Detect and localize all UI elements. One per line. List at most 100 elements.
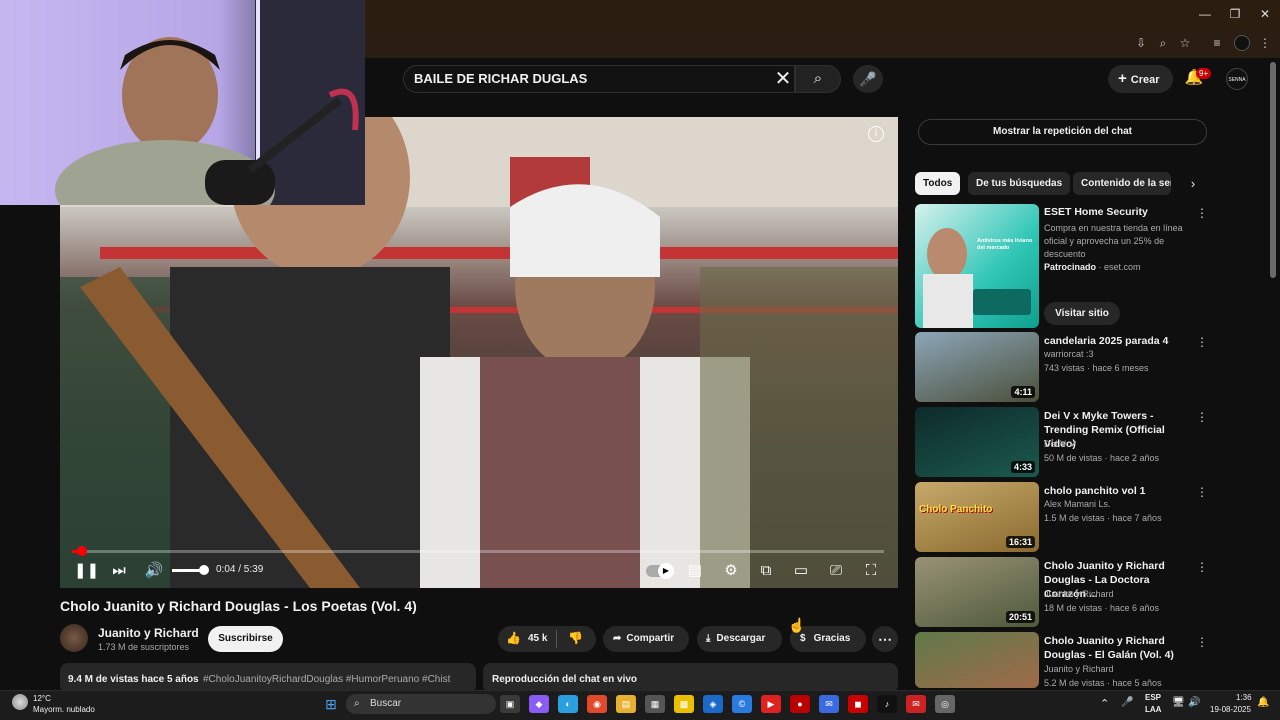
profile-avatar[interactable] bbox=[1234, 35, 1250, 51]
more-actions-button[interactable]: ⋯ bbox=[872, 626, 898, 652]
dislike-icon[interactable]: 👎 bbox=[568, 631, 583, 645]
visit-site-button[interactable]: Visitar sitio bbox=[1044, 302, 1120, 325]
ad-title[interactable]: ESET Home Security bbox=[1044, 205, 1192, 219]
close-button[interactable]: ✕ bbox=[1250, 4, 1280, 24]
video-thumbnail[interactable]: 20:51 bbox=[915, 557, 1039, 627]
edge-icon[interactable]: ◐ bbox=[558, 695, 578, 713]
video-more-icon[interactable]: ⋮ bbox=[1196, 559, 1208, 575]
show-chat-replay-button[interactable]: Mostrar la repetición del chat bbox=[918, 119, 1207, 145]
tiktok-icon[interactable]: ♪ bbox=[877, 695, 897, 713]
video-title-link[interactable]: candelaria 2025 parada 4 bbox=[1044, 334, 1192, 348]
account-avatar[interactable]: SENNA bbox=[1226, 68, 1248, 90]
create-button[interactable]: + Crear bbox=[1108, 65, 1173, 93]
video-more-icon[interactable]: ⋮ bbox=[1196, 409, 1208, 425]
video-channel[interactable]: warriorcat :3 bbox=[1044, 349, 1094, 359]
video-more-icon[interactable]: ⋮ bbox=[1196, 334, 1208, 350]
subscribe-button[interactable]: Suscribirse bbox=[208, 626, 283, 652]
reading-list-icon[interactable]: ≡ bbox=[1208, 34, 1226, 52]
browser-menu-icon[interactable]: ⋮ bbox=[1256, 34, 1274, 52]
search-button[interactable]: ⌕ bbox=[795, 65, 841, 93]
pause-button[interactable]: ❚❚ bbox=[74, 561, 99, 581]
video-thumbnail[interactable] bbox=[915, 632, 1039, 688]
steam-icon[interactable]: ◈ bbox=[703, 695, 723, 713]
speaker-icon[interactable]: 🔊 bbox=[1188, 697, 1200, 708]
video-app-icon[interactable]: ◼ bbox=[848, 695, 868, 713]
install-app-icon[interactable]: ⇩ bbox=[1132, 34, 1150, 52]
cast-icon[interactable]: ⎚ bbox=[825, 561, 847, 581]
next-button[interactable]: ⏭ bbox=[108, 561, 130, 581]
video-more-icon[interactable]: ⋮ bbox=[1196, 634, 1208, 650]
settings-gear-icon[interactable]: ⚙ bbox=[720, 561, 742, 581]
progress-scrubber[interactable] bbox=[76, 546, 87, 556]
weather-icon[interactable] bbox=[12, 694, 28, 710]
theater-mode-icon[interactable]: ▭ bbox=[790, 561, 812, 581]
channel-name[interactable]: Juanito y Richard bbox=[98, 626, 199, 640]
ccleaner-icon[interactable]: © bbox=[732, 695, 752, 713]
recording-app-icon[interactable]: ◎ bbox=[935, 695, 955, 713]
like-count[interactable]: 45 k bbox=[528, 633, 547, 644]
ad-domain: eset.com bbox=[1104, 262, 1141, 272]
chip-from-searches[interactable]: De tus búsquedas bbox=[968, 172, 1071, 195]
clear-search-icon[interactable]: ✕ bbox=[772, 68, 794, 90]
hashtags[interactable]: #CholoJuanitoyRichardDouglas #HumorPerua… bbox=[203, 674, 465, 685]
network-icon[interactable]: 🖥 bbox=[1172, 697, 1185, 708]
mail-icon[interactable]: ✉ bbox=[906, 695, 926, 713]
video-channel[interactable]: Juanito y Richard bbox=[1044, 664, 1114, 674]
bookmark-star-icon[interactable]: ☆ bbox=[1176, 34, 1194, 52]
zoom-icon[interactable]: ⌕ bbox=[1154, 34, 1172, 52]
video-thumbnail[interactable]: 4:33 bbox=[915, 407, 1039, 477]
video-channel[interactable]: Dei V ✔ bbox=[1044, 439, 1078, 450]
chrome-icon[interactable]: ◉ bbox=[587, 695, 607, 713]
ad-thumbnail[interactable]: Antivirus más líviano del mercado bbox=[915, 204, 1039, 328]
microphone bbox=[205, 160, 275, 205]
voice-search-button[interactable]: 🎤 bbox=[853, 65, 883, 93]
plants bbox=[700, 267, 898, 588]
weather-temp[interactable]: 12°C bbox=[33, 694, 51, 703]
volume-icon[interactable]: 🔊 bbox=[143, 561, 165, 581]
terminal-icon[interactable]: ▦ bbox=[645, 695, 665, 713]
info-icon[interactable]: i bbox=[868, 126, 884, 142]
right-man-vest bbox=[480, 357, 640, 588]
tray-mic-icon[interactable]: 🎤 bbox=[1121, 697, 1133, 708]
ad-more-icon[interactable]: ⋮ bbox=[1196, 205, 1208, 221]
file-explorer-icon[interactable]: ▤ bbox=[616, 695, 636, 713]
keyboard-layout[interactable]: LAA bbox=[1145, 705, 1161, 714]
restore-button[interactable]: ❐ bbox=[1220, 4, 1250, 24]
red-app-icon[interactable]: ● bbox=[790, 695, 810, 713]
video-more-icon[interactable]: ⋮ bbox=[1196, 484, 1208, 500]
tray-overflow-icon[interactable]: ⌃ bbox=[1100, 697, 1109, 710]
progress-bar-track[interactable] bbox=[72, 550, 884, 553]
subtitles-icon[interactable]: ▤ bbox=[684, 561, 706, 581]
video-thumbnail[interactable]: 4:11 bbox=[915, 332, 1039, 402]
clock-date[interactable]: 19-08-2025 bbox=[1210, 705, 1251, 714]
page-scrollbar[interactable] bbox=[1270, 62, 1276, 278]
minimize-button[interactable]: — bbox=[1190, 4, 1220, 24]
download-button[interactable]: ⤓ Descargar bbox=[697, 626, 782, 652]
chip-all[interactable]: Todos bbox=[915, 172, 961, 195]
weather-desc[interactable]: Mayorm. nublado bbox=[33, 705, 95, 714]
miniplayer-icon[interactable]: ⧉ bbox=[755, 561, 777, 581]
channel-avatar[interactable] bbox=[60, 624, 88, 652]
like-icon[interactable]: 👍 bbox=[506, 631, 521, 645]
chip-series-content[interactable]: Contenido de la ser bbox=[1073, 172, 1171, 195]
share-button[interactable]: ➦ Compartir bbox=[603, 626, 689, 652]
youtube-icon[interactable]: ▶ bbox=[761, 695, 781, 713]
language-code[interactable]: ESP bbox=[1145, 693, 1161, 702]
outlook-icon[interactable]: ✉ bbox=[819, 695, 839, 713]
notification-bell-icon[interactable]: 🔔 bbox=[1257, 697, 1269, 708]
video-title-link[interactable]: cholo panchito vol 1 bbox=[1044, 484, 1192, 498]
video-duration: 4:33 bbox=[1010, 461, 1035, 473]
windows-start-icon[interactable]: ⊞ bbox=[321, 695, 341, 713]
video-title-link[interactable]: Cholo Juanito y Richard Douglas - El Gal… bbox=[1044, 634, 1192, 662]
app-icon[interactable]: ▩ bbox=[674, 695, 694, 713]
search-input[interactable]: BAILE DE RICHAR DUGLAS bbox=[414, 71, 587, 86]
video-channel[interactable]: Juanito y Richard bbox=[1044, 589, 1114, 599]
task-view-icon[interactable]: ▣ bbox=[500, 695, 520, 713]
video-channel[interactable]: Alex Mamani Ls. bbox=[1044, 499, 1111, 509]
copilot-icon[interactable]: ◆ bbox=[529, 695, 549, 713]
taskbar-search[interactable]: ⌕ Buscar bbox=[346, 694, 496, 714]
fullscreen-icon[interactable]: ⛶ bbox=[860, 561, 882, 581]
video-thumbnail[interactable]: Cholo Panchito 16:31 bbox=[915, 482, 1039, 552]
clock-time[interactable]: 1:36 bbox=[1236, 693, 1252, 702]
chevron-right-icon[interactable]: › bbox=[1184, 174, 1202, 194]
